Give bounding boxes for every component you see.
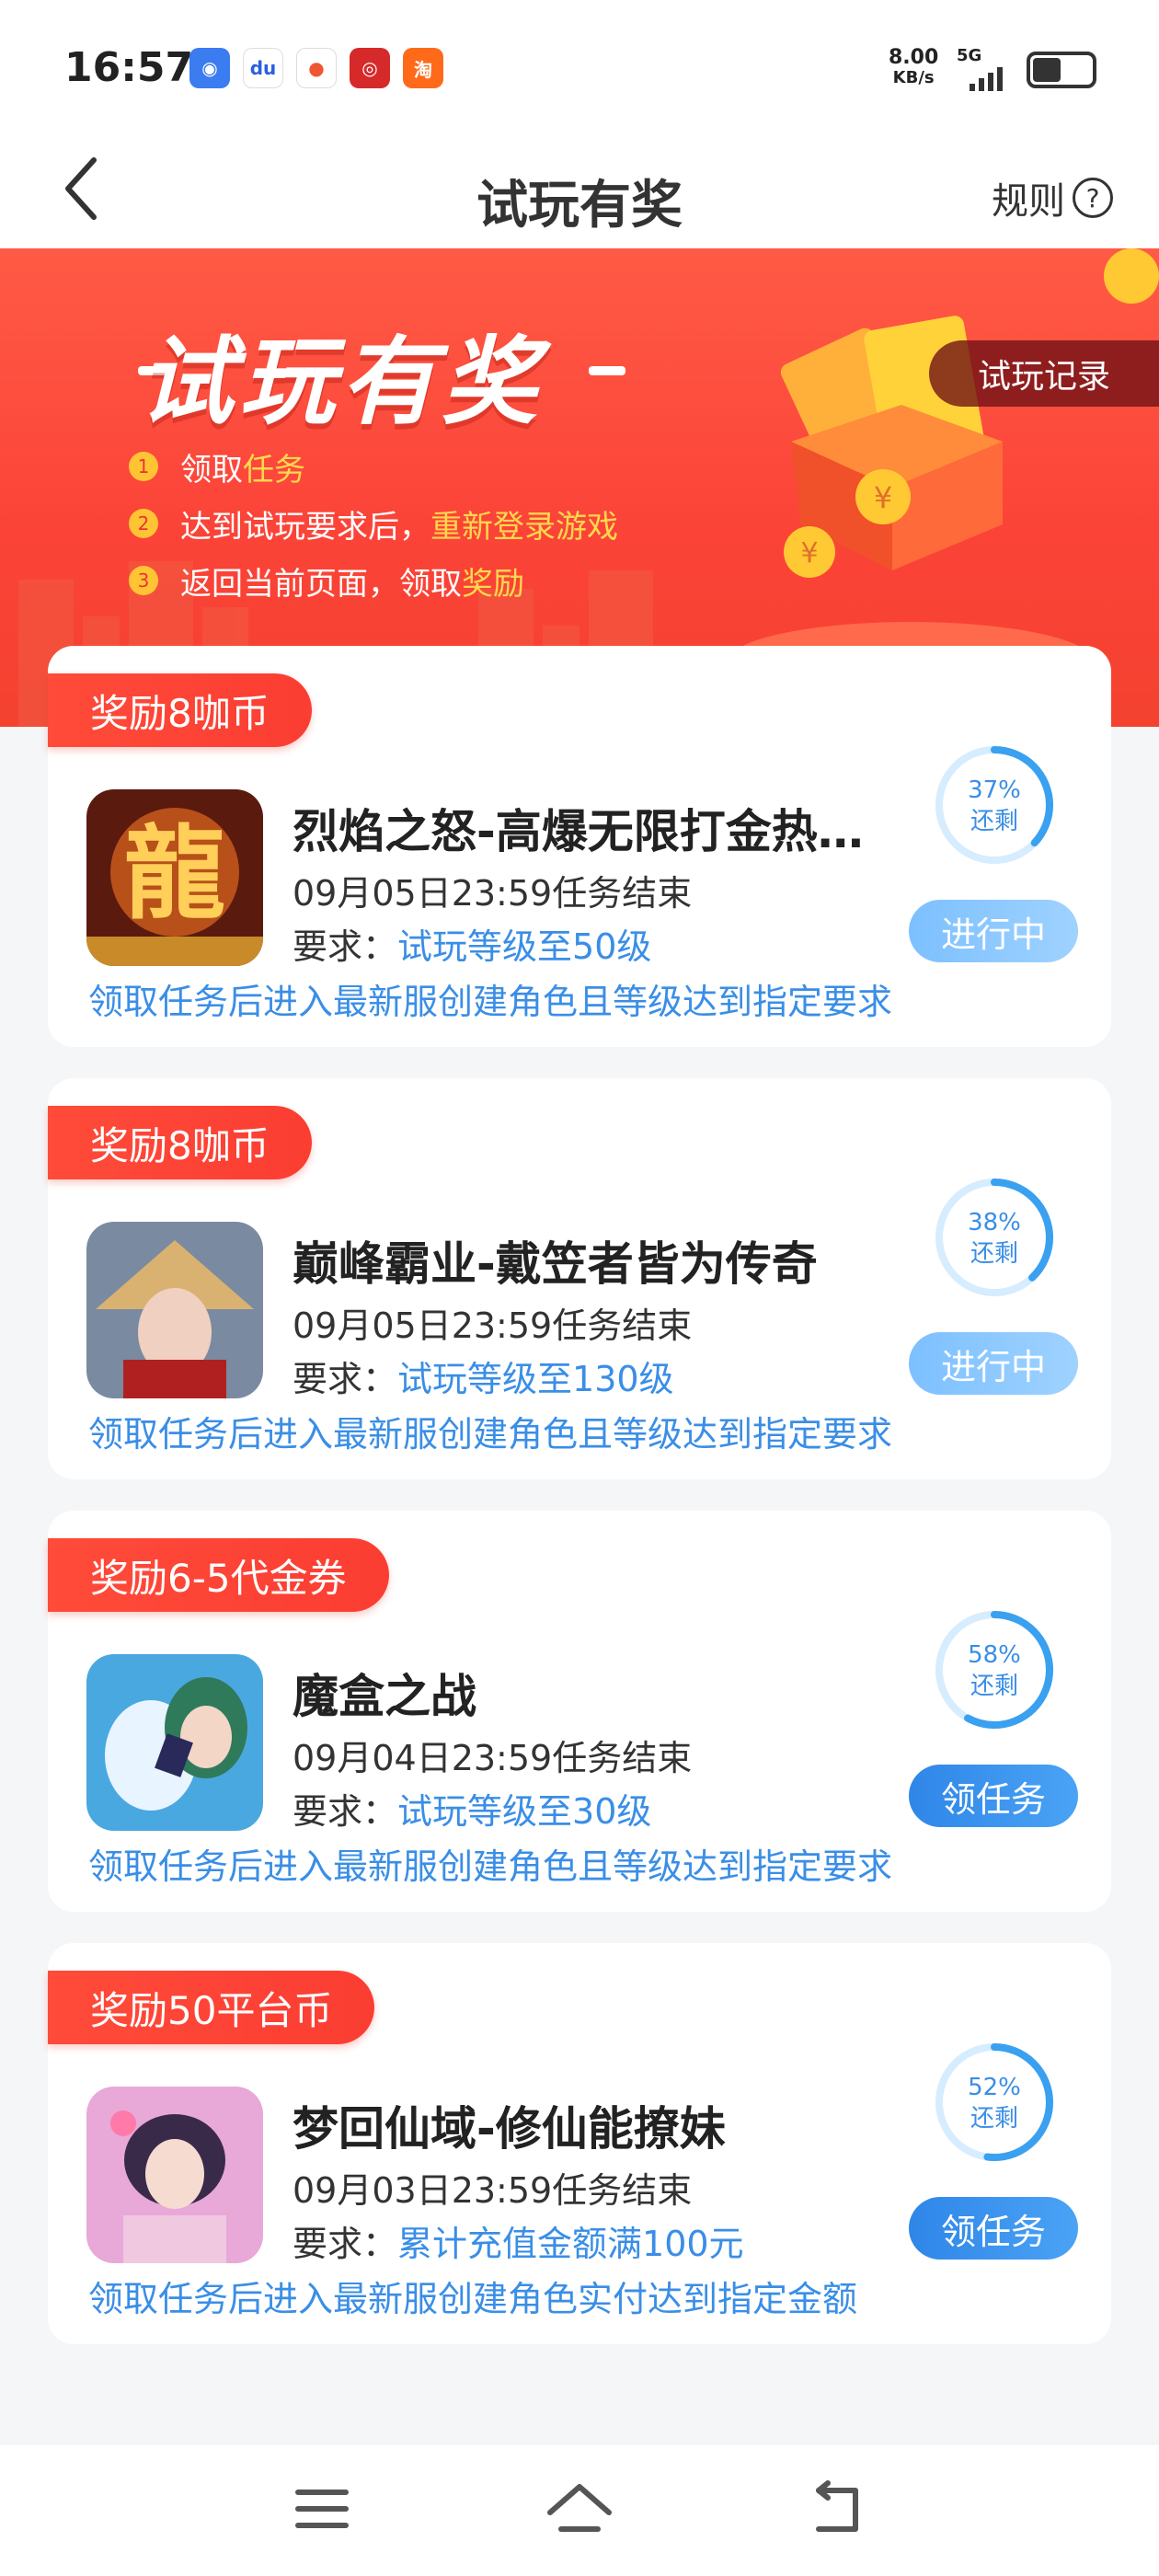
svg-text:¥: ¥ <box>874 480 892 515</box>
task-deadline: 09月04日23:59任务结束 <box>293 1738 693 1778</box>
game-icon[interactable] <box>86 1654 263 1831</box>
requirement-label: 要求： <box>293 926 398 967</box>
requirement-label: 要求： <box>293 2224 398 2264</box>
requirement-value: 试玩等级至50级 <box>397 926 652 967</box>
step-highlight: 奖励 <box>462 565 524 603</box>
step-highlight: 重新登录游戏 <box>430 508 618 546</box>
task-card[interactable]: 奖励8咖币 龍 烈焰之怒-高爆无限打金热… 09月05日23:59任务结束 要求… <box>48 646 1111 1047</box>
game-name: 巅峰霸业-戴笠者皆为传奇 <box>293 1237 818 1291</box>
step-highlight: 任务 <box>243 451 305 489</box>
step-text: 领取 <box>180 451 243 489</box>
system-navigation-bar <box>0 2444 1159 2576</box>
requirement-value: 试玩等级至30级 <box>397 1791 652 1832</box>
take-task-button[interactable]: 领任务 <box>909 2197 1078 2260</box>
remaining-label: 还剩 <box>970 1673 1018 1700</box>
step-number: 3 <box>129 566 158 595</box>
back-nav-icon[interactable] <box>800 2472 874 2546</box>
nav-bar: 试玩有奖 规则 ? <box>0 138 1159 248</box>
baidu-icon: du <box>243 48 283 88</box>
task-status-button[interactable]: 进行中 <box>909 1332 1078 1395</box>
remaining-label: 还剩 <box>970 1240 1018 1268</box>
game-name: 梦回仙域-修仙能撩妹 <box>293 2102 726 2156</box>
step-item: 3 返回当前页面，领取 奖励 <box>129 552 618 609</box>
game-icon[interactable]: 龍 <box>86 789 263 966</box>
status-bar: 16:57 ◉ du ● ◎ 淘 8.00 KB/s 5G <box>0 0 1159 138</box>
game-name: 烈焰之怒-高爆无限打金热… <box>293 805 864 858</box>
task-status-button[interactable]: 进行中 <box>909 900 1078 962</box>
task-card[interactable]: 奖励8咖币 巅峰霸业-戴笠者皆为传奇 09月05日23:59任务结束 要求：试玩… <box>48 1078 1111 1479</box>
taobao-icon: 淘 <box>403 48 443 88</box>
rules-label: 规则 <box>992 180 1065 223</box>
notification-icons: ◉ du ● ◎ 淘 <box>189 48 443 88</box>
task-card[interactable]: 奖励50平台币 梦回仙域-修仙能撩妹 09月03日23:59任务结束 要求：累计… <box>48 1943 1111 2344</box>
remaining-label: 还剩 <box>970 2105 1018 2133</box>
svg-text:龍: 龍 <box>124 814 225 933</box>
task-note: 领取任务后进入最新服创建角色实付达到指定金额 <box>88 2279 858 2319</box>
banner-title: 试玩有奖 <box>138 326 544 438</box>
task-requirement: 要求：试玩等级至50级 <box>293 918 651 969</box>
task-note: 领取任务后进入最新服创建角色且等级达到指定要求 <box>88 1414 893 1455</box>
task-note: 领取任务后进入最新服创建角色且等级达到指定要求 <box>88 982 893 1022</box>
step-number: 1 <box>129 452 158 481</box>
step-item: 2 达到试玩要求后， 重新登录游戏 <box>129 495 618 552</box>
task-requirement: 要求：试玩等级至30级 <box>293 1783 651 1834</box>
play-record-button[interactable]: 试玩记录 <box>929 340 1159 407</box>
signal-icon: 5G <box>957 46 1012 97</box>
step-item: 1 领取 任务 <box>129 438 618 495</box>
task-note: 领取任务后进入最新服创建角色且等级达到指定要求 <box>88 1846 893 1887</box>
reward-tag: 奖励6-5代金券 <box>48 1538 389 1612</box>
bank-icon: ◎ <box>350 48 390 88</box>
remaining-percent: 38% <box>968 1209 1021 1236</box>
game-name: 魔盒之战 <box>293 1670 476 1723</box>
battery-icon <box>1027 52 1096 88</box>
requirement-label: 要求： <box>293 1359 398 1399</box>
remaining-label: 还剩 <box>970 808 1018 835</box>
remaining-progress-ring: 37% 还剩 <box>933 743 1056 867</box>
task-deadline: 09月05日23:59任务结束 <box>293 1305 693 1346</box>
remaining-percent: 37% <box>968 776 1021 804</box>
status-time: 16:57 <box>64 44 194 91</box>
take-task-button[interactable]: 领任务 <box>909 1765 1078 1827</box>
page-title: 试玩有奖 <box>476 176 683 236</box>
task-requirement: 要求：试玩等级至130级 <box>293 1351 674 1401</box>
task-requirement: 要求：累计充值金额满100元 <box>293 2215 744 2266</box>
title-dash-right <box>589 366 625 375</box>
rules-button[interactable]: 规则 ? <box>992 171 1113 224</box>
remaining-percent: 58% <box>968 1641 1021 1669</box>
requirement-label: 要求： <box>293 1791 398 1832</box>
remaining-percent: 52% <box>968 2074 1021 2101</box>
remaining-progress-ring: 52% 还剩 <box>933 2041 1056 2164</box>
speed-value: 8.00 <box>889 46 939 69</box>
reward-tag: 奖励50平台币 <box>48 1971 375 2044</box>
help-icon: ? <box>1073 178 1113 218</box>
steps-list: 1 领取 任务 2 达到试玩要求后， 重新登录游戏 3 返回当前页面，领取 奖励 <box>129 438 618 609</box>
step-text: 返回当前页面，领取 <box>180 565 462 603</box>
reward-tag: 奖励8咖币 <box>48 1106 312 1179</box>
task-card[interactable]: 奖励6-5代金券 魔盒之战 09月04日23:59任务结束 要求：试玩等级至30… <box>48 1511 1111 1912</box>
network-type: 5G <box>957 46 982 65</box>
remaining-progress-ring: 58% 还剩 <box>933 1608 1056 1731</box>
requirement-value: 试玩等级至130级 <box>397 1359 674 1399</box>
coin-decoration <box>1104 248 1159 304</box>
requirement-value: 累计充值金额满100元 <box>397 2224 744 2264</box>
maps-icon: ● <box>296 48 337 88</box>
task-deadline: 09月05日23:59任务结束 <box>293 873 693 914</box>
network-speed: 8.00 KB/s <box>889 48 938 88</box>
menu-icon[interactable] <box>285 2472 359 2546</box>
game-icon[interactable] <box>86 2087 263 2263</box>
task-deadline: 09月03日23:59任务结束 <box>293 2170 693 2211</box>
svg-text:¥: ¥ <box>800 537 818 569</box>
remaining-progress-ring: 38% 还剩 <box>933 1176 1056 1299</box>
reward-tag: 奖励8咖币 <box>48 673 312 747</box>
game-icon[interactable] <box>86 1222 263 1398</box>
step-text: 达到试玩要求后， <box>180 508 430 546</box>
browser-icon: ◉ <box>189 48 230 88</box>
speed-unit: KB/s <box>892 68 935 87</box>
step-number: 2 <box>129 509 158 538</box>
home-icon[interactable] <box>543 2472 616 2546</box>
